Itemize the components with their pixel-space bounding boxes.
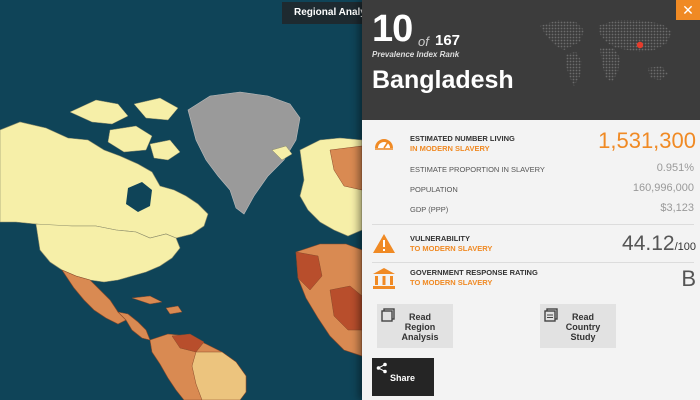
rank-of-text: of (418, 34, 429, 49)
rank-total: 167 (435, 32, 461, 49)
government-label-line1: GOVERNMENT RESPONSE RATING (410, 268, 538, 277)
vulnerability-suffix: /100 (674, 241, 696, 253)
read-region-analysis-button[interactable]: Read Region Analysis (377, 304, 453, 348)
map-canvas[interactable] (0, 0, 362, 400)
government-label: GOVERNMENT RESPONSE RATING TO MODERN SLA… (410, 268, 538, 288)
read-country-study-button[interactable]: Read Country Study (540, 304, 616, 348)
country-study-label: Read Country Study (565, 312, 601, 342)
government-label-line2: TO MODERN SLAVERY (410, 278, 493, 287)
regional-analysis-tab[interactable]: Regional Analysis (282, 2, 372, 24)
share-icon (376, 362, 387, 374)
document-icon (381, 308, 395, 322)
region-analysis-label: Read Region Analysis (401, 312, 439, 342)
vulnerability-value: 44.12 (622, 232, 675, 255)
vulnerability-label: VULNERABILITY TO MODERN SLAVERY (410, 234, 492, 254)
locator-map (540, 20, 672, 86)
enslaved-value: 1,531,300 (598, 128, 696, 153)
population-label: POPULATION (410, 185, 458, 194)
country-name: Bangladesh (372, 66, 514, 94)
app-stage: Regional Analysis 10 of 167 Prevalence I… (0, 0, 700, 400)
gdp-label: GDP (PPP) (410, 205, 449, 214)
government-value: B (681, 266, 696, 291)
government-building-icon (373, 268, 395, 289)
warning-triangle-icon (373, 234, 395, 253)
panel-header: 10 of 167 Prevalence Index Rank Banglade… (362, 0, 700, 120)
rank-caption: Prevalence Index Rank (372, 50, 460, 59)
location-marker (636, 41, 644, 49)
divider (372, 224, 694, 225)
enslaved-label: ESTIMATED NUMBER LIVING IN MODERN SLAVER… (410, 134, 515, 154)
enslaved-label-line2: IN MODERN SLAVERY (410, 144, 490, 153)
vulnerability-label-line2: TO MODERN SLAVERY (410, 244, 493, 253)
close-icon[interactable]: ✕ (676, 0, 700, 20)
population-value: 160,996,000 (632, 182, 694, 194)
proportion-label: ESTIMATE PROPORTION IN SLAVERY (410, 165, 545, 174)
proportion-value: 0.951% (656, 162, 694, 174)
divider (372, 262, 694, 263)
vulnerability-label-line1: VULNERABILITY (410, 234, 470, 243)
gauge-icon (375, 139, 393, 150)
rank-number: 10 (372, 8, 413, 50)
vulnerability-value-group: 44.12/100 (622, 232, 696, 256)
gdp-value: $3,123 (660, 202, 694, 214)
share-label: Share (390, 373, 416, 383)
country-panel: 10 of 167 Prevalence Index Rank Banglade… (362, 0, 700, 400)
enslaved-label-line1: ESTIMATED NUMBER LIVING (410, 134, 515, 143)
world-map[interactable]: Regional Analysis (0, 0, 372, 400)
document-icon (544, 308, 558, 322)
share-button[interactable]: Share (372, 358, 434, 396)
